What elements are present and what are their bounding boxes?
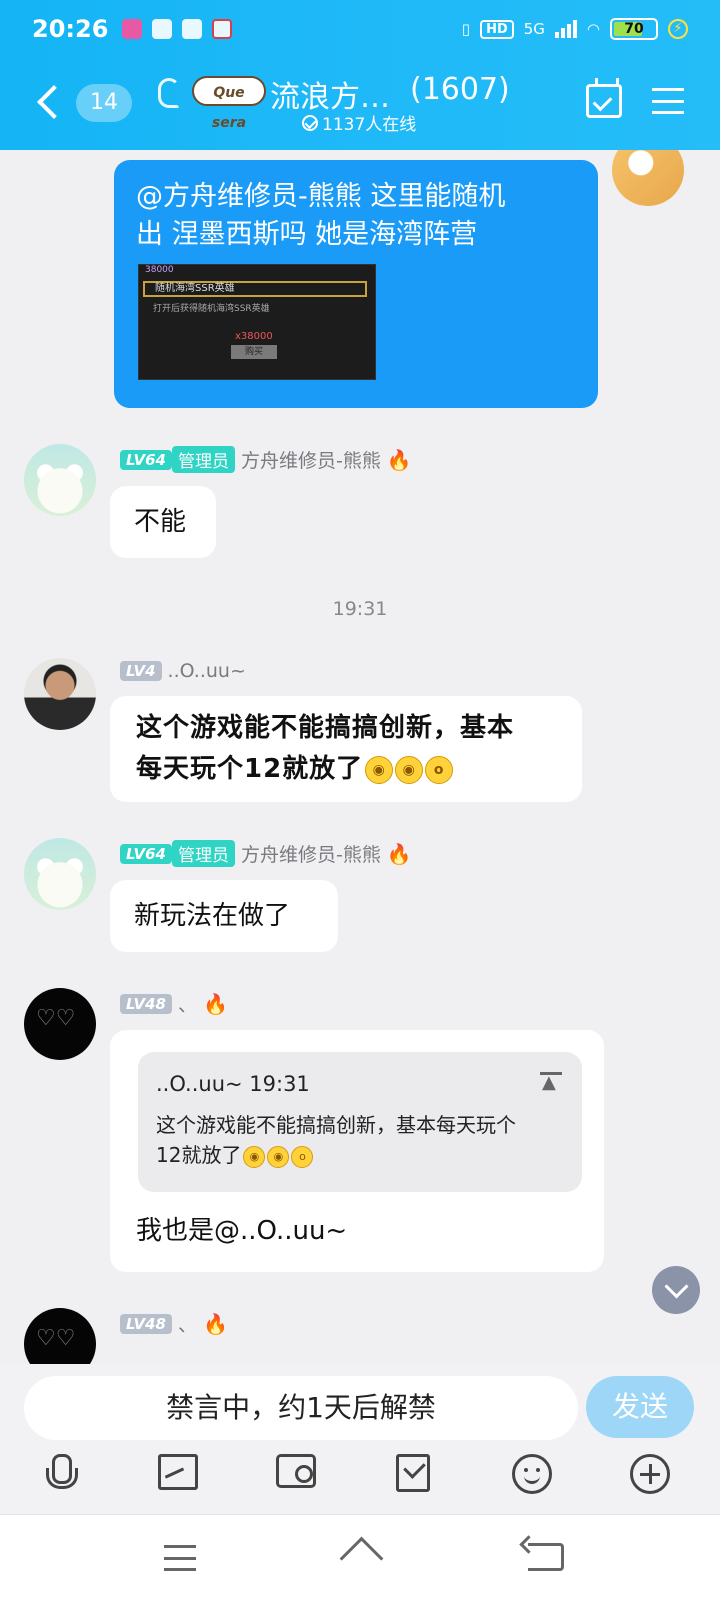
back-button[interactable]	[34, 84, 64, 120]
input-toolbar	[0, 1454, 720, 1504]
surprised-emoji-icon: o	[425, 755, 454, 784]
level-badge: LV64	[120, 843, 172, 864]
fire-icon: 🔥	[386, 447, 412, 472]
menu-icon[interactable]	[652, 88, 684, 114]
recent-apps-icon[interactable]	[164, 1545, 196, 1571]
input-area: 禁言中，约1天后解禁 发送	[0, 1364, 720, 1514]
message-meta: LV4 ..O..uu~	[120, 660, 246, 682]
avatar[interactable]	[612, 150, 684, 206]
status-bar: 20:26 ▯ HD 5G ◠ 70 ⚡	[0, 0, 720, 58]
message-text: 每天玩个12就放了	[136, 754, 364, 784]
message-text: 这个游戏能不能搞搞创新，基本	[136, 713, 515, 743]
level-badge: LV4	[120, 661, 162, 681]
message-meta: LV64 管理员 方舟维修员-熊熊 🔥	[120, 446, 412, 473]
microphone-icon[interactable]	[40, 1454, 80, 1494]
image-item-desc: 打开后获得随机海湾SSR英雄	[153, 304, 270, 314]
home-icon[interactable]	[338, 1541, 382, 1573]
battery-icon: 70	[610, 18, 658, 40]
notification-icons	[122, 19, 233, 39]
system-navigation-bar	[0, 1514, 720, 1600]
chat-message-list[interactable]: @方舟维修员-熊熊 这里能随机 出 涅墨西斯吗 她是海湾阵营 38000 随机海…	[0, 150, 720, 1364]
message-bubble[interactable]: ..O..uu~ 19:31 这个游戏能不能搞搞创新，基本每天玩个 12就放了◉…	[110, 1030, 604, 1272]
hd-icon: HD	[480, 19, 514, 39]
role-badge: 管理员	[171, 446, 235, 473]
message-meta: LV48 、 🔥	[120, 990, 228, 1017]
timestamp: 19:31	[332, 598, 388, 620]
quote-text: 这个游戏能不能搞搞创新，基本每天玩个 12就放了 ◉ ◉ o	[156, 1113, 516, 1168]
message-meta: LV48 、 🔥	[120, 1310, 228, 1337]
send-button[interactable]: 发送	[586, 1376, 694, 1438]
header-nav: 14 Que sera 流浪方… (1607) 1137人在线	[0, 64, 720, 148]
app-notification-icon	[152, 19, 173, 39]
avatar[interactable]	[24, 1308, 96, 1364]
app-header: 20:26 ▯ HD 5G ◠ 70 ⚡ 14 Que sera 流浪方… (1…	[0, 0, 720, 150]
image-icon[interactable]	[158, 1454, 198, 1490]
message-bubble[interactable]: 这个游戏能不能搞搞创新，基本 每天玩个12就放了 ◉ ◉ o	[110, 696, 582, 802]
muted-input-field[interactable]: 禁言中，约1天后解禁	[24, 1376, 578, 1440]
sent-message-bubble[interactable]: @方舟维修员-熊熊 这里能随机 出 涅墨西斯吗 她是海湾阵营 38000 随机海…	[114, 160, 598, 408]
image-price: x38000	[235, 331, 273, 342]
quoted-message[interactable]: ..O..uu~ 19:31 这个游戏能不能搞搞创新，基本每天玩个 12就放了◉…	[138, 1052, 582, 1192]
online-status: 1137人在线	[302, 110, 416, 135]
shocked-emoji-icon: ◉	[267, 1145, 290, 1168]
fire-icon: 🔥	[386, 841, 412, 866]
level-badge: LV64	[120, 449, 172, 470]
signal-icon	[554, 20, 577, 38]
sender-name[interactable]: 方舟维修员-熊熊	[241, 840, 381, 867]
message-meta: LV64 管理员 方舟维修员-熊熊 🔥	[120, 840, 412, 867]
image-buy-button: 购买	[231, 345, 277, 359]
plus-icon[interactable]	[630, 1454, 670, 1494]
status-time: 20:26	[32, 15, 109, 43]
scroll-to-bottom-button[interactable]	[652, 1266, 700, 1314]
surprised-emoji-icon: o	[291, 1145, 314, 1168]
level-badge: LV48	[120, 993, 172, 1014]
message-text: 不能	[134, 507, 187, 537]
avatar[interactable]	[24, 988, 96, 1060]
avatar[interactable]	[24, 838, 96, 910]
role-badge: 管理员	[171, 840, 235, 867]
jump-to-top-icon[interactable]	[540, 1072, 564, 1096]
status-indicators: ▯ HD 5G ◠ 70 ⚡	[462, 18, 688, 40]
book-notification-icon	[182, 19, 203, 39]
online-count: 1137人在线	[322, 115, 417, 135]
message-bubble[interactable]: 新玩法在做了	[110, 880, 338, 952]
network-label: 5G	[523, 20, 545, 38]
calendar-check-icon[interactable]	[586, 78, 622, 118]
message-text: 新玩法在做了	[134, 901, 291, 931]
charging-icon: ⚡	[668, 19, 688, 39]
image-item-row: 随机海湾SSR英雄	[143, 281, 367, 297]
shocked-emoji-icon: ◉	[395, 755, 424, 784]
message-bubble[interactable]: 不能	[110, 486, 216, 558]
red-packet-icon[interactable]	[396, 1454, 430, 1492]
group-badge: Que sera	[192, 76, 266, 131]
unread-count-badge[interactable]: 14	[76, 84, 132, 122]
app-notification-icon	[212, 19, 233, 39]
message-text: 出 涅墨西斯吗 她是海湾阵营	[136, 219, 478, 250]
camera-icon[interactable]	[276, 1454, 316, 1488]
sender-name[interactable]: ..O..uu~	[168, 660, 246, 682]
sender-name[interactable]: 方舟维修员-熊熊	[241, 446, 381, 473]
shocked-emoji-icon: ◉	[365, 755, 394, 784]
sender-name[interactable]: 、	[178, 990, 197, 1017]
message-image[interactable]: 38000 随机海湾SSR英雄 打开后获得随机海湾SSR英雄 x38000 购买	[138, 264, 376, 380]
fire-icon: 🔥	[203, 1311, 228, 1336]
message-text: @方舟维修员-熊熊 这里能随机	[136, 181, 506, 212]
back-icon[interactable]	[528, 1543, 564, 1571]
shocked-emoji-icon: ◉	[243, 1145, 266, 1168]
emoji-icon[interactable]	[512, 1454, 552, 1494]
member-count: (1607)	[410, 72, 510, 107]
check-circle-icon	[302, 114, 318, 131]
message-text: 我也是@..O..uu~	[136, 1216, 348, 1246]
app-notification-icon	[122, 19, 143, 39]
level-badge: LV48	[120, 1313, 172, 1334]
ear-icon[interactable]	[158, 78, 180, 108]
vibrate-icon: ▯	[461, 20, 471, 38]
avatar[interactable]	[24, 658, 96, 730]
avatar[interactable]	[24, 444, 96, 516]
sender-name[interactable]: 、	[178, 1310, 197, 1337]
fire-icon: 🔥	[203, 991, 228, 1016]
wifi-icon: ◠	[586, 20, 600, 38]
image-price-tag: 38000	[145, 265, 174, 275]
quote-header: ..O..uu~ 19:31	[156, 1072, 310, 1096]
